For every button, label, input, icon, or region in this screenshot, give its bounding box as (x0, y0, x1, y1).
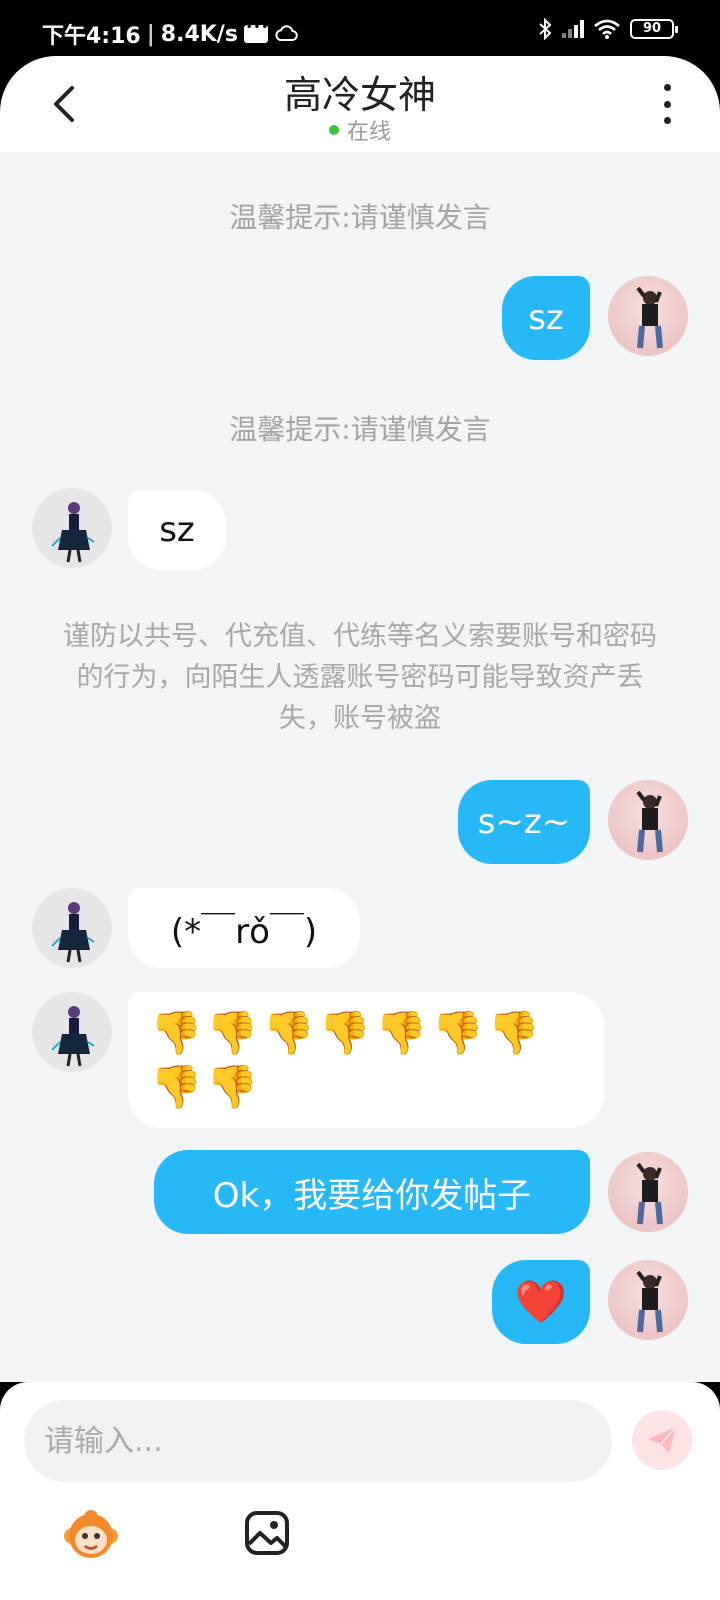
system-tip: 温馨提示:请谨慎发言 (229, 413, 491, 446)
status-time: 下午4:16 (42, 24, 141, 49)
more-icon[interactable] (662, 84, 672, 124)
my-message-bubble[interactable]: s~z~ (458, 780, 590, 864)
contact-avatar[interactable] (32, 888, 112, 968)
online-status: 在线 (0, 114, 720, 146)
thumbs-down-emoji: 👎 (206, 1062, 259, 1111)
send-button[interactable] (632, 1410, 692, 1470)
contact-message-bubble[interactable]: sz (128, 490, 226, 570)
chat-header: 高冷女神 在线 (0, 56, 720, 152)
contact-avatar[interactable] (32, 488, 112, 568)
thumbs-down-emoji-group: 👎 👎 👎 👎 👎 👎 👎 👎 👎 (150, 1008, 582, 1112)
wifi-icon (594, 19, 620, 39)
online-status-label: 在线 (346, 120, 391, 145)
image-icon[interactable] (244, 1510, 290, 1556)
thumbs-down-emoji: 👎 (487, 1008, 541, 1057)
send-icon (648, 1426, 677, 1453)
my-message-bubble[interactable]: Ok，我要给你发帖子 (154, 1150, 590, 1234)
my-message-bubble[interactable]: ❤️ (492, 1260, 590, 1344)
signal-icon (562, 20, 584, 38)
thumbs-down-emoji: 👎 (318, 1008, 372, 1057)
contact-message-bubble[interactable]: 👎 👎 👎 👎 👎 👎 👎 👎 👎 (128, 992, 604, 1128)
thumbs-down-emoji: 👎 (150, 1008, 203, 1057)
thumbs-down-emoji: 👎 (375, 1008, 428, 1057)
message-notification-icon (243, 22, 268, 43)
thumbs-down-emoji: 👎 (262, 1008, 315, 1057)
chat-area[interactable]: 温馨提示:请谨慎发言 sz 温馨提示:请谨慎发言 sz 谨防以共号、代充值、代练… (0, 152, 720, 1382)
cloud-icon (275, 25, 298, 41)
my-avatar[interactable] (608, 780, 688, 860)
thumbs-down-emoji: 👎 (150, 1062, 203, 1111)
contact-avatar[interactable] (32, 992, 112, 1072)
my-avatar[interactable] (608, 1260, 688, 1340)
bluetooth-icon (539, 18, 552, 40)
security-warning: 谨防以共号、代充值、代练等名义索要账号和密码的行为，向陌生人透露账号密码可能导致… (63, 621, 657, 734)
status-bar: 下午4:16 | 8.4K/s 90 (0, 0, 720, 56)
my-avatar[interactable] (608, 276, 688, 356)
contact-message-bubble[interactable]: (*￣rǒ￣) (128, 888, 360, 968)
status-separator: | (146, 21, 155, 47)
system-tip: 温馨提示:请谨慎发言 (229, 201, 491, 234)
monkey-emoji-icon[interactable] (62, 1506, 120, 1564)
my-message-bubble[interactable]: sz (502, 276, 590, 360)
input-bar (0, 1382, 720, 1600)
my-avatar[interactable] (608, 1152, 688, 1232)
message-input[interactable] (24, 1400, 612, 1482)
thumbs-down-emoji: 👎 (431, 1008, 484, 1057)
status-net-speed: 8.4K/s (160, 21, 238, 47)
thumbs-down-emoji: 👎 (206, 1008, 259, 1057)
battery-icon: 90 (630, 19, 678, 39)
online-dot-icon (328, 125, 339, 135)
chat-title: 高冷女神 (283, 73, 436, 117)
